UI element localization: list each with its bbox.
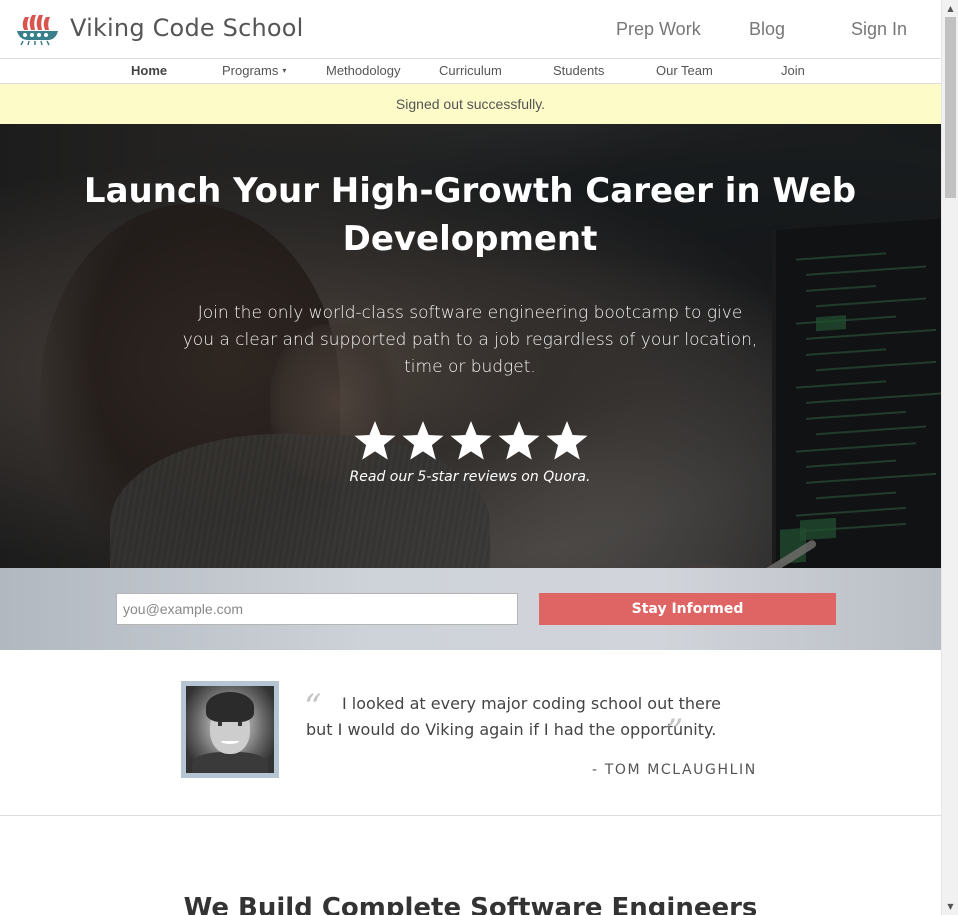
caret-down-icon: ▾ bbox=[282, 66, 287, 75]
scrollbar-thumb[interactable] bbox=[945, 17, 956, 198]
subnav-item-methodology[interactable]: Methodology bbox=[326, 63, 400, 78]
hero-section: Launch Your High-Growth Career in Web De… bbox=[0, 124, 941, 568]
subnav-item-students[interactable]: Students bbox=[553, 63, 604, 78]
scroll-up-arrow-icon[interactable]: ▲ bbox=[942, 0, 958, 17]
star-icon bbox=[401, 419, 445, 463]
nav-link-blog[interactable]: Blog bbox=[749, 19, 785, 40]
star-icon bbox=[449, 419, 493, 463]
subnav-item-curriculum[interactable]: Curriculum bbox=[439, 63, 502, 78]
brand-name[interactable]: Viking Code School bbox=[70, 14, 304, 42]
section-title: We Build Complete Software Engineers bbox=[183, 893, 758, 915]
subnav-item-join[interactable]: Join bbox=[781, 63, 805, 78]
hero-title: Launch Your High-Growth Career in Web De… bbox=[83, 171, 857, 259]
subnav-item-programs[interactable]: Programs ▾ bbox=[222, 63, 286, 78]
subnav-item-home[interactable]: Home bbox=[131, 63, 167, 78]
email-input[interactable] bbox=[116, 593, 518, 625]
star-icon bbox=[497, 419, 541, 463]
vertical-scrollbar[interactable]: ▲ ▼ bbox=[941, 0, 958, 915]
viking-ship-logo-icon[interactable] bbox=[15, 13, 60, 47]
stay-informed-button[interactable]: Stay Informed bbox=[539, 593, 836, 625]
testimonial-avatar-frame bbox=[181, 681, 279, 778]
signup-strip: Stay Informed bbox=[0, 568, 941, 650]
nav-link-sign-in[interactable]: Sign In bbox=[851, 19, 907, 40]
testimonial-author: - TOM MCLAUGHLIN bbox=[592, 762, 757, 778]
star-icon bbox=[353, 419, 397, 463]
nav-link-prep-work[interactable]: Prep Work bbox=[616, 19, 701, 40]
subnav-item-our-team[interactable]: Our Team bbox=[656, 63, 713, 78]
avatar bbox=[186, 686, 274, 773]
flash-message: Signed out successfully. bbox=[0, 84, 941, 124]
testimonial-section: “ I looked at every major coding school … bbox=[0, 650, 941, 816]
quora-reviews-link[interactable]: Read our 5-star reviews on Quora. bbox=[320, 469, 620, 485]
scroll-down-arrow-icon[interactable]: ▼ bbox=[942, 898, 958, 915]
hero-subtitle: Join the only world-class software engin… bbox=[182, 303, 758, 377]
subnav-item-programs-label: Programs bbox=[222, 63, 279, 78]
quote-close-icon: ” bbox=[666, 712, 684, 752]
sub-navigation: Home Programs ▾ Methodology Curriculum St… bbox=[0, 59, 941, 84]
star-rating bbox=[353, 419, 593, 463]
site-header: Viking Code School Prep Work Blog Sign I… bbox=[0, 0, 941, 59]
star-icon bbox=[545, 419, 589, 463]
page: Viking Code School Prep Work Blog Sign I… bbox=[0, 0, 941, 915]
